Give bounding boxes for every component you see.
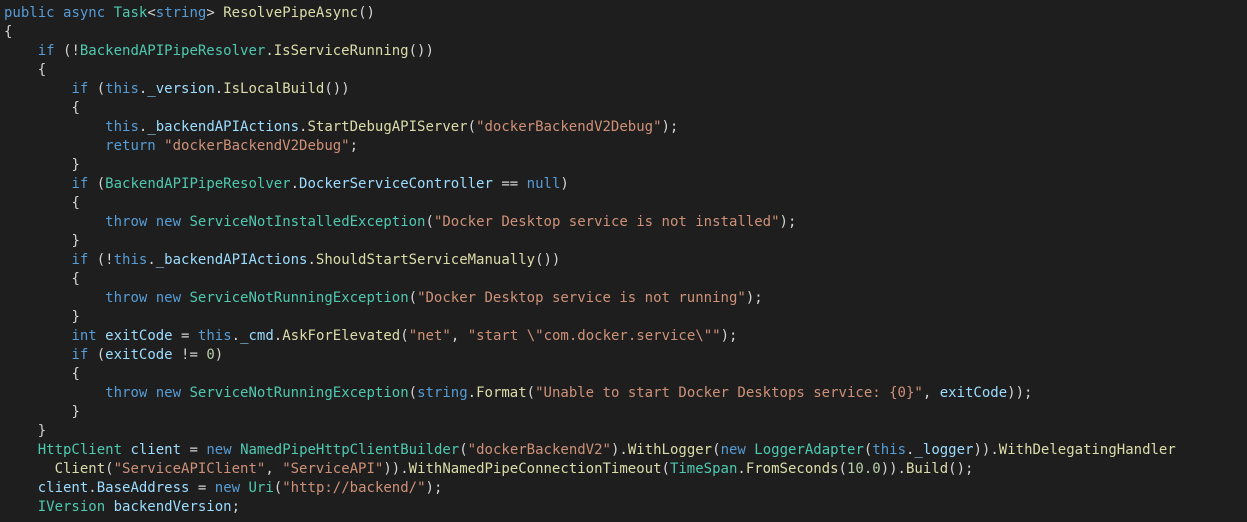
- code-line: if (!BackendAPIPipeResolver.IsServiceRun…: [4, 43, 434, 59]
- code-line: throw new ServiceNotRunningException(str…: [4, 385, 1032, 401]
- code-line: }: [4, 423, 46, 439]
- code-line: {: [4, 271, 80, 287]
- code-line: HttpClient client = new NamedPipeHttpCli…: [4, 442, 1176, 458]
- code-line: }: [4, 309, 80, 325]
- code-line: if (!this._backendAPIActions.ShouldStart…: [4, 252, 560, 268]
- code-line: {: [4, 62, 46, 78]
- code-line: {: [4, 100, 80, 116]
- code-line: if (BackendAPIPipeResolver.DockerService…: [4, 176, 569, 192]
- code-line: throw new ServiceNotRunningException("Do…: [4, 290, 763, 306]
- code-line: int exitCode = this._cmd.AskForElevated(…: [4, 328, 737, 344]
- code-line: IVersion backendVersion;: [4, 499, 240, 515]
- code-line: }: [4, 233, 80, 249]
- code-line: {: [4, 366, 80, 382]
- code-line: }: [4, 404, 80, 420]
- code-editor[interactable]: public async Task<string> ResolvePipeAsy…: [0, 0, 1247, 517]
- code-line: {: [4, 24, 12, 40]
- code-line: {: [4, 195, 80, 211]
- code-line: }: [4, 157, 80, 173]
- code-line: public async Task<string> ResolvePipeAsy…: [4, 5, 375, 21]
- code-line: this._backendAPIActions.StartDebugAPISer…: [4, 119, 678, 135]
- code-line: if (this._version.IsLocalBuild()): [4, 81, 350, 97]
- code-line: return "dockerBackendV2Debug";: [4, 138, 358, 154]
- code-line: client.BaseAddress = new Uri("http://bac…: [4, 480, 442, 496]
- code-line: throw new ServiceNotInstalledException("…: [4, 214, 796, 230]
- code-line: Client("ServiceAPIClient", "ServiceAPI")…: [4, 461, 973, 477]
- code-line: if (exitCode != 0): [4, 347, 223, 363]
